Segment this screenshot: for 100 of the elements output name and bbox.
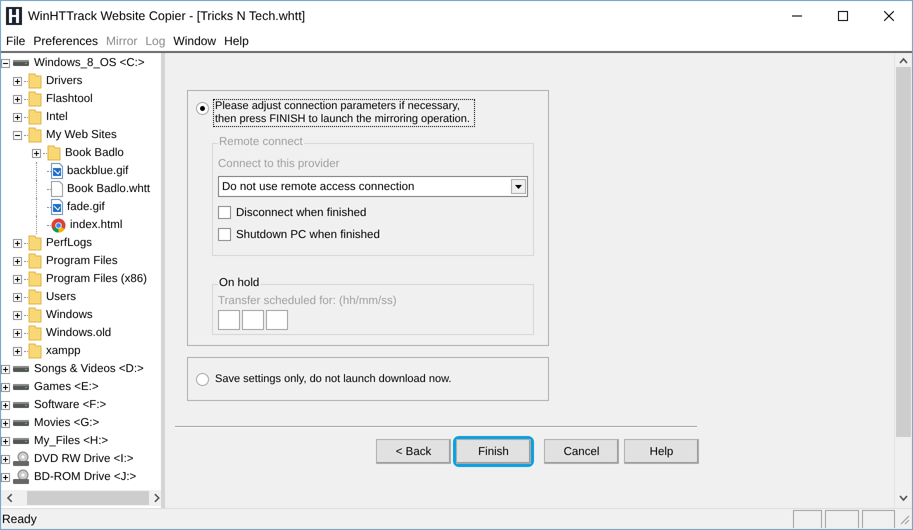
resize-grip-icon[interactable] — [898, 513, 910, 525]
expand-toggle[interactable] — [1, 364, 10, 374]
app-logo-icon — [6, 7, 22, 25]
group-title: On hold — [218, 277, 260, 289]
plus-icon — [2, 456, 9, 462]
collapse-toggle[interactable] — [1, 58, 10, 68]
tree-item[interactable]: Intel — [46, 111, 68, 123]
tree-item[interactable]: PerfLogs — [46, 237, 92, 249]
expand-toggle[interactable] — [1, 472, 10, 482]
disc-drive-icon — [12, 451, 30, 467]
tree-item[interactable]: Windows — [46, 309, 93, 321]
plus-icon — [14, 240, 21, 246]
scroll-right-icon[interactable] — [153, 493, 162, 503]
field-label: Transfer scheduled for: (hh/mm/ss) — [218, 295, 398, 307]
expand-toggle[interactable] — [13, 310, 22, 320]
expand-toggle[interactable] — [13, 292, 22, 302]
collapse-toggle[interactable] — [13, 130, 22, 140]
status-panel — [862, 510, 895, 528]
blank-file-icon — [51, 181, 63, 197]
folder-icon — [28, 307, 42, 323]
status-text: Ready — [1, 512, 38, 526]
scroll-up-icon[interactable] — [899, 57, 908, 65]
tree-item[interactable]: index.html — [70, 219, 122, 231]
time-field[interactable] — [242, 310, 264, 330]
expand-toggle[interactable] — [13, 76, 22, 86]
radio-label[interactable]: Save settings only, do not launch download now. — [213, 372, 454, 387]
time-field[interactable] — [266, 310, 288, 330]
radio-button[interactable] — [196, 102, 209, 115]
dialog-button[interactable]: Finish — [456, 439, 531, 464]
expand-toggle[interactable] — [1, 436, 10, 446]
expand-toggle[interactable] — [13, 346, 22, 356]
plus-icon — [14, 330, 21, 336]
tree-item[interactable]: DVD RW Drive <I:> — [34, 453, 134, 465]
group-title: Remote connect — [218, 136, 304, 148]
tree-item[interactable]: Program Files — [46, 255, 118, 267]
tree-item[interactable]: Flashtool — [46, 93, 93, 105]
tree-item[interactable]: My Web Sites — [46, 129, 117, 141]
tree-item[interactable]: Songs & Videos <D:> — [34, 363, 144, 375]
plus-icon — [2, 366, 9, 372]
plus-icon — [14, 312, 21, 318]
folder-icon — [47, 145, 61, 161]
tree-item[interactable]: backblue.gif — [67, 165, 128, 177]
tree-item[interactable]: Software <F:> — [34, 399, 106, 411]
folder-icon — [28, 325, 42, 341]
dialog-button[interactable]: Cancel — [544, 439, 619, 464]
menu-item[interactable]: Preferences — [29, 34, 102, 48]
tree-item[interactable]: Movies <G:> — [34, 417, 100, 429]
image-file-icon — [51, 163, 63, 179]
plus-icon — [14, 96, 21, 102]
plus-icon — [14, 78, 21, 84]
tree-item[interactable]: fade.gif — [67, 201, 105, 213]
folder-icon — [28, 235, 42, 251]
field-label: Connect to this provider — [218, 158, 340, 170]
scrollbar-thumb[interactable] — [26, 491, 150, 505]
tree-item[interactable]: Drivers — [46, 75, 82, 87]
tree-item[interactable]: xampp — [46, 345, 81, 357]
tree-item[interactable]: Windows.old — [46, 327, 112, 339]
status-panel — [793, 510, 822, 528]
image-file-icon — [51, 199, 63, 215]
drive-icon — [12, 418, 30, 428]
expand-toggle[interactable] — [13, 94, 22, 104]
tree-item[interactable]: Games <E:> — [34, 381, 99, 393]
tree-item[interactable]: Users — [46, 291, 76, 303]
folder-icon — [28, 91, 42, 107]
radio-button[interactable] — [196, 373, 209, 386]
plus-icon — [14, 348, 21, 354]
tree-item[interactable]: Windows_8_OS <C:> — [34, 57, 145, 69]
expand-toggle[interactable] — [13, 328, 22, 338]
tree-item[interactable]: My_Files <H:> — [34, 435, 108, 447]
scrollbar-thumb[interactable] — [896, 67, 911, 437]
expand-toggle[interactable] — [1, 400, 10, 410]
dropdown-arrow-icon — [515, 184, 522, 188]
dialog-button[interactable]: < Back — [376, 439, 451, 464]
expand-toggle[interactable] — [13, 256, 22, 266]
expand-toggle[interactable] — [13, 238, 22, 248]
expand-toggle[interactable] — [13, 274, 22, 284]
menu-item[interactable]: Window — [169, 34, 220, 48]
status-panel — [825, 510, 859, 528]
browser-icon — [51, 218, 66, 232]
tree-item[interactable]: Book Badlo — [65, 147, 124, 159]
tree-item[interactable]: BD-ROM Drive <J:> — [34, 471, 136, 483]
time-field[interactable] — [218, 310, 240, 330]
tree-item[interactable]: Book Badlo.whtt — [67, 183, 150, 195]
plus-icon — [14, 114, 21, 120]
scroll-left-icon[interactable] — [6, 493, 14, 503]
radio-label[interactable]: Please adjust connection parameters if necessary, then press FINISH to launch the mirroring operation. — [213, 99, 475, 127]
folder-icon — [28, 253, 42, 269]
dialog-button[interactable]: Help — [624, 439, 699, 464]
tree-item[interactable]: Program Files (x86) — [46, 273, 147, 285]
menu-item[interactable]: Help — [220, 34, 253, 48]
expand-toggle[interactable] — [32, 148, 41, 158]
folder-icon — [28, 343, 42, 359]
scroll-down-icon[interactable] — [899, 494, 908, 502]
menu-item[interactable]: File — [2, 34, 30, 48]
expand-toggle[interactable] — [1, 454, 10, 464]
drive-icon — [12, 58, 30, 68]
expand-toggle[interactable] — [13, 112, 22, 122]
plus-icon — [14, 294, 21, 300]
expand-toggle[interactable] — [1, 382, 10, 392]
expand-toggle[interactable] — [1, 418, 10, 428]
